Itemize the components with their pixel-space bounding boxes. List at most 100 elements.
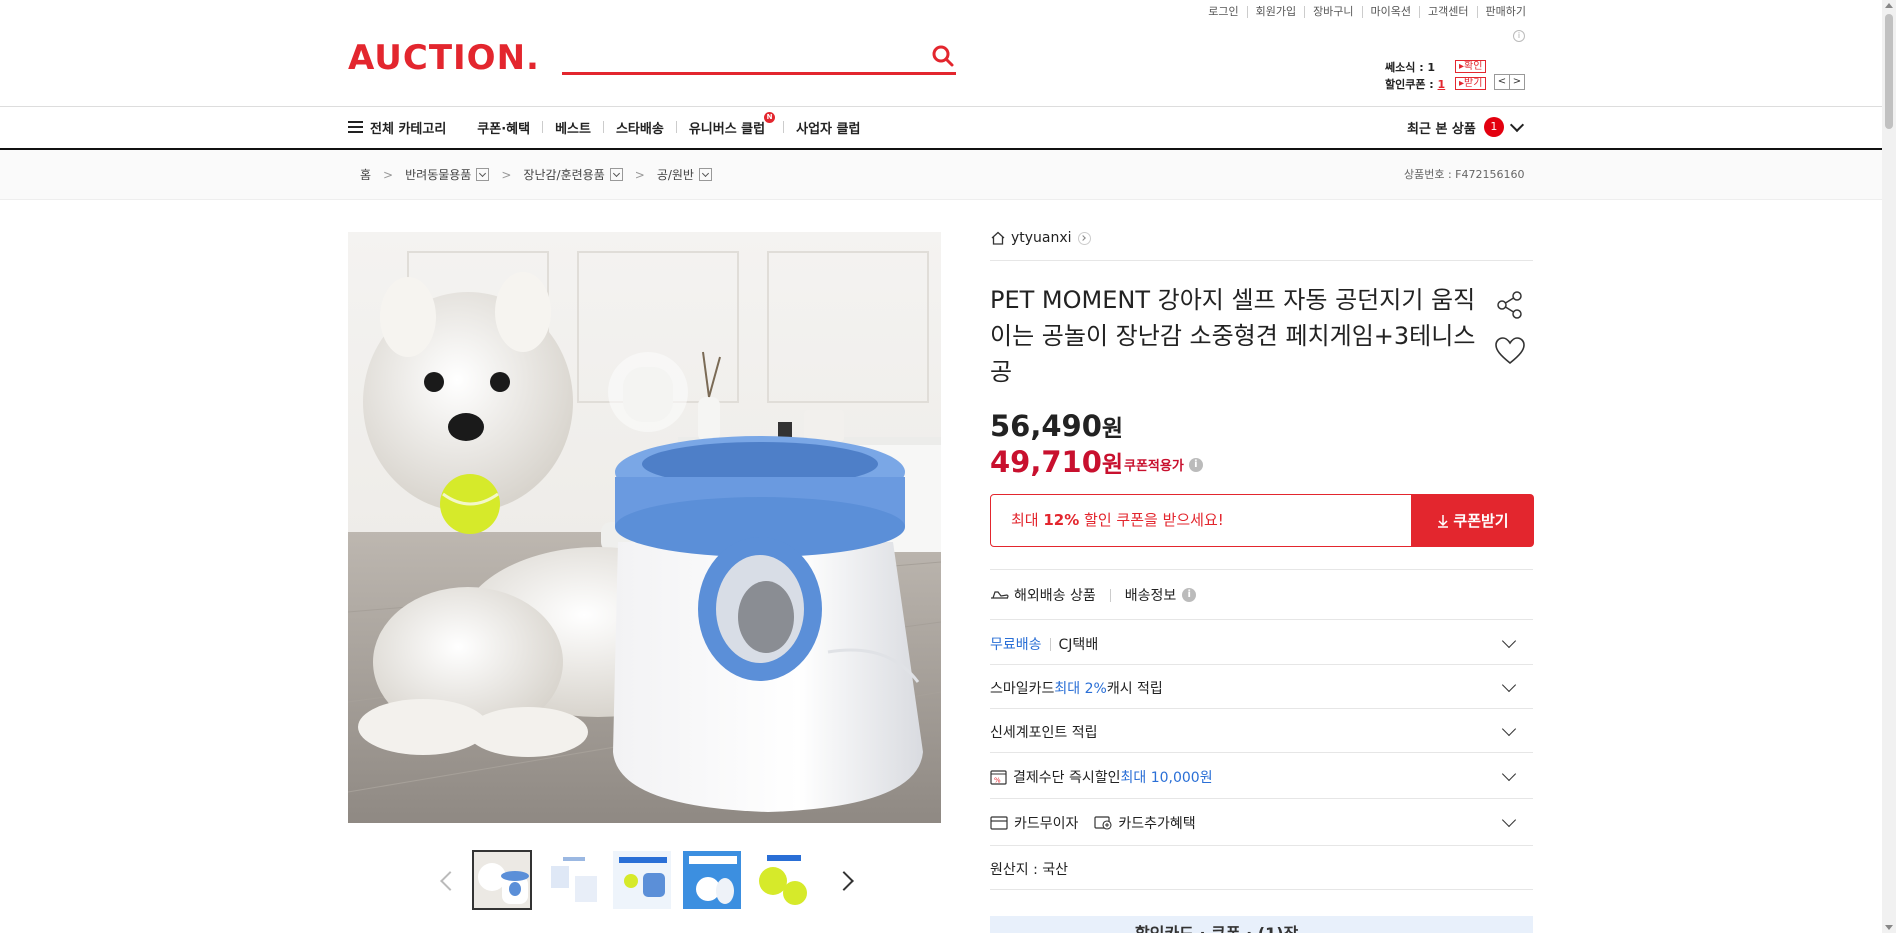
thumb-next-icon[interactable] [837,865,857,895]
breadcrumb-chevron-icon: > [501,167,512,182]
new-badge: N [764,111,776,123]
signup-link[interactable]: 회원가입 [1248,6,1306,18]
breadcrumb-level1[interactable]: 반려동물용품 [405,166,471,183]
overseas-label: 해외배송 상품 [1014,588,1096,604]
shinsegae-row[interactable]: 신세계포인트 적립 [990,722,1098,742]
nav-business-club[interactable]: 사업자 클럽 [796,118,860,137]
recent-viewed-button[interactable]: 최근 본 상품 1 [1407,117,1524,137]
nav-universe-club[interactable]: 유니버스 클럽 N [688,111,776,137]
chevron-down-icon[interactable] [1501,677,1517,693]
nav-best[interactable]: 베스트 [555,118,591,137]
mail-label: 쎄소식 : 1 [1385,60,1436,74]
info-icon[interactable]: i [1513,30,1525,42]
coupon-count[interactable]: 1 [1438,78,1446,91]
breadcrumb-chevron-icon: > [634,167,645,182]
seller-link[interactable]: ytyuanxi [990,230,1091,246]
myauction-link[interactable]: 마이옥션 [1363,6,1421,18]
nav-divider [602,121,604,133]
all-category-button[interactable]: 전체 카테고리 [348,118,446,137]
info-icon[interactable]: i [1182,588,1197,602]
search-input[interactable] [562,40,916,72]
divider [990,664,1533,665]
coupon-get-button[interactable]: 쿠폰받기 [1411,494,1534,547]
breadcrumb-level2[interactable]: 장난감/훈련용품 [523,166,604,183]
download-icon [1438,514,1449,528]
thumbnail-5[interactable] [752,850,812,910]
breadcrumb-home[interactable]: 홈 [360,166,371,183]
overseas-shipping-row: 해외배송 상품 배송정보 i [990,585,1197,605]
thumb-prev-icon[interactable] [437,865,457,895]
dropdown-icon[interactable] [476,168,490,181]
chevron-down-icon[interactable] [1501,721,1517,737]
breadcrumb-level3[interactable]: 공/원반 [657,166,694,183]
card-benefit-row[interactable]: 카드무이자 카드추가혜택 [990,813,1196,833]
dropdown-icon[interactable] [698,168,712,181]
divider [990,752,1533,753]
card-plus-icon [1094,816,1112,830]
chevron-down-icon[interactable] [1501,766,1517,782]
customer-center-link[interactable]: 고객센터 [1420,6,1478,18]
util-links: 로그인 회원가입 장바구니 마이옥션 고객센터 판매하기 [1200,6,1526,18]
auction-logo[interactable]: AUCTION. [348,38,540,78]
recent-viewed-label: 최근 본 상품 [1407,121,1476,137]
nav-star-delivery[interactable]: 스타배송 [616,118,664,137]
payment-discount-row[interactable]: % 결제수단 즉시할인 최대 10,000원 [990,767,1213,787]
cart-link[interactable]: 장바구니 [1305,6,1363,18]
share-icon[interactable] [1496,290,1524,320]
credit-card-icon [990,816,1008,830]
divider [990,260,1533,261]
info-icon[interactable]: i [1188,457,1203,472]
discount-coupon-box[interactable]: 할인카드 · 쿠폰 · (1)장 [990,916,1533,933]
recent-count-badge: 1 [1483,117,1504,137]
heart-icon[interactable] [1494,336,1526,366]
chevron-down-icon[interactable] [1501,812,1517,828]
divider [990,798,1533,799]
dropdown-icon[interactable] [609,168,623,181]
benefit-pager: < > [1494,74,1525,90]
next-arrow-icon[interactable]: > [1510,74,1525,90]
thumbnail-1[interactable] [472,850,532,910]
scroll-down-icon[interactable] [1885,925,1893,930]
divider [990,619,1533,620]
delivery-row[interactable]: 무료배송 CJ택배 [990,634,1098,654]
courier-label: CJ택배 [1058,637,1099,653]
breadcrumb: 홈 > 반려동물용품 > 장난감/훈련용품 > 공/원반 [360,166,712,183]
seller-name: ytyuanxi [1011,230,1072,246]
scroll-up-icon[interactable] [1885,3,1893,8]
login-link[interactable]: 로그인 [1200,6,1248,18]
gnb-top-line [0,106,1882,107]
search-icon[interactable] [930,43,956,69]
mail-check-button[interactable]: ▸확인 [1455,60,1487,73]
shipping-info-link[interactable]: 배송정보 [1125,585,1177,605]
divider [990,889,1533,890]
prev-arrow-icon[interactable]: < [1494,74,1510,90]
nav-coupon-benefit[interactable]: 쿠폰·혜택 [477,118,530,137]
thumbnail-2[interactable] [542,850,602,910]
smilecard-row[interactable]: 스마일카드 최대 2% 캐시 적립 [990,678,1163,698]
home-icon [991,231,1005,245]
coupon-price: 49,710원 [990,445,1124,479]
product-title: PET MOMENT 강아지 셀프 자동 공던지기 움직이는 공놀이 장난감 소… [990,286,1476,386]
thumbnail-3[interactable] [612,850,672,910]
divider [990,569,1533,570]
coupon-banner: 최대 12% 할인 쿠폰을 받으세요! [990,494,1412,547]
coupon-applied-label: 쿠폰적용가 i [1124,455,1203,474]
chevron-down-icon[interactable] [1501,633,1517,649]
original-price: 56,490원 [990,409,1124,443]
nav-universe-label: 유니버스 클럽 [688,121,766,137]
sell-link[interactable]: 판매하기 [1478,6,1526,18]
page-scrollbar[interactable] [1882,0,1896,933]
coupon-receive-button[interactable]: ▸받기 [1455,77,1487,90]
divider [990,845,1533,846]
origin-row: 원산지 : 국산 [990,862,1069,878]
product-main-image [348,232,941,823]
chevron-right-icon [1077,231,1091,245]
thumbnail-4[interactable] [682,850,742,910]
global-nav: 전체 카테고리 쿠폰·혜택 베스트 스타배송 유니버스 클럽 N 사업자 클럽 [348,107,860,147]
free-shipping-label: 무료배송 [990,637,1042,653]
scroll-thumb[interactable] [1885,14,1893,129]
svg-text:%: % [994,776,1001,784]
coupon-label: 할인쿠폰 : 1 [1385,77,1446,91]
airplane-icon [991,591,1009,599]
product-number: 상품번호 : F472156160 [1404,168,1525,181]
